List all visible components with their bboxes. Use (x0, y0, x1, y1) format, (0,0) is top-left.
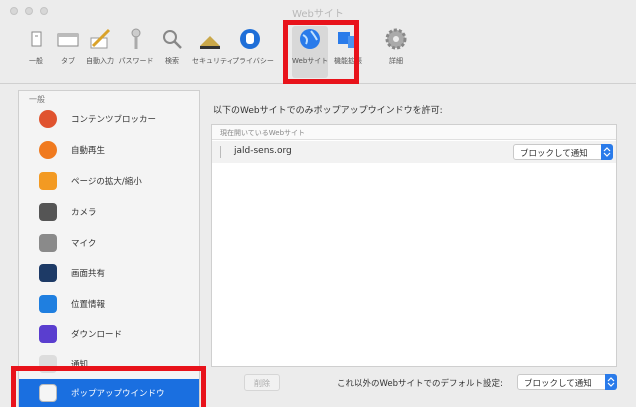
microphone-icon (39, 234, 57, 252)
default-setting-value: ブロックして通知 (524, 379, 592, 389)
tab-passwords-label: パスワード (118, 57, 154, 65)
sidebar-item-label: マイク (71, 239, 97, 249)
sidebar: 一般 コンテンツブロッカー 自動再生 ページの拡大/縮小 カメラ マイク 画面共… (18, 90, 200, 407)
sidebar-item-label: ページの拡大/縮小 (71, 177, 142, 187)
tab-tabs[interactable]: タブ (50, 26, 86, 78)
chevron-updown-icon (605, 374, 617, 390)
default-setting-label: これ以外のWebサイトでのデフォルト設定: (337, 379, 503, 389)
sidebar-item-autoplay[interactable]: 自動再生 (19, 136, 199, 164)
sidebar-header: 一般 (29, 95, 45, 104)
sidebar-item-label: カメラ (71, 208, 97, 218)
privacy-hand-icon (237, 26, 263, 52)
remove-button[interactable]: 削除 (244, 374, 280, 391)
security-icon (197, 26, 223, 52)
title-bar: Webサイト (0, 0, 636, 22)
tab-autofill[interactable]: 自動入力 (82, 26, 118, 78)
tabs-icon (55, 26, 81, 52)
content-blocker-icon (39, 110, 57, 128)
general-icon (23, 26, 49, 52)
location-icon (39, 295, 57, 313)
tab-security[interactable]: セキュリティ (192, 26, 234, 78)
globe-icon (297, 26, 323, 52)
tab-extensions-label: 機能拡張 (334, 57, 362, 65)
tab-websites[interactable]: Webサイト (292, 26, 328, 78)
key-icon (123, 26, 149, 52)
sidebar-item-label: 画面共有 (71, 269, 106, 279)
sidebar-item-label: 通知 (71, 360, 89, 370)
sidebar-item-page-zoom[interactable]: ページの拡大/縮小 (19, 167, 199, 195)
tab-search[interactable]: 検索 (154, 26, 190, 78)
sidebar-item-label: ポップアップウインドウ (71, 389, 165, 399)
default-setting-popup[interactable]: ブロックして通知 (517, 374, 617, 390)
sidebar-item-label: コンテンツブロッカー (71, 115, 157, 125)
tab-security-label: セキュリティ (192, 57, 234, 65)
tab-advanced-label: 詳細 (389, 57, 403, 65)
window-title: Webサイト (292, 9, 344, 20)
safari-preferences-window: Webサイト 一般 タブ 自動入力 パスワード 検索 セキュリティ プライバシー… (0, 0, 636, 407)
extensions-icon (335, 26, 361, 52)
site-setting-popup[interactable]: ブロックして通知 (513, 144, 613, 160)
sidebar-item-camera[interactable]: カメラ (19, 198, 199, 226)
search-icon (159, 26, 185, 52)
autofill-icon (87, 26, 113, 52)
sidebar-item-label: 位置情報 (71, 300, 106, 310)
sidebar-item-screen-sharing[interactable]: 画面共有 (19, 259, 199, 287)
gear-icon (383, 26, 409, 52)
sidebar-item-downloads[interactable]: ダウンロード (19, 320, 199, 348)
site-favicon (220, 146, 230, 158)
tab-websites-label: Webサイト (292, 57, 329, 65)
sidebar-item-popup-windows[interactable]: ポップアップウインドウ (19, 379, 199, 407)
sidebar-item-location[interactable]: 位置情報 (19, 290, 199, 318)
site-name: jald-sens.org (234, 146, 292, 156)
autoplay-icon (39, 141, 57, 159)
zoom-icon (39, 172, 57, 190)
tab-advanced[interactable]: 詳細 (378, 26, 414, 78)
website-table: 現在開いているWebサイト jald-sens.org ブロックして通知 (211, 124, 617, 367)
popup-settings-heading: 以下のWebサイトでのみポップアップウインドウを許可: (213, 106, 443, 116)
screen-sharing-icon (39, 264, 57, 282)
preferences-toolbar: 一般 タブ 自動入力 パスワード 検索 セキュリティ プライバシー Webサイト… (0, 22, 636, 84)
tab-autofill-label: 自動入力 (86, 57, 114, 65)
table-header: 現在開いているWebサイト (212, 125, 616, 140)
download-icon (39, 325, 57, 343)
popup-window-icon (39, 384, 57, 402)
camera-icon (39, 203, 57, 221)
sidebar-item-microphone[interactable]: マイク (19, 229, 199, 257)
tab-privacy[interactable]: プライバシー (232, 26, 274, 78)
tab-passwords[interactable]: パスワード (118, 26, 154, 78)
tab-extensions[interactable]: 機能拡張 (330, 26, 366, 78)
tab-tabs-label: タブ (61, 57, 75, 65)
remove-button-label: 削除 (254, 379, 270, 388)
table-header-label: 現在開いているWebサイト (220, 129, 306, 137)
tab-search-label: 検索 (165, 57, 179, 65)
sidebar-item-notifications[interactable]: 通知 (19, 350, 199, 378)
tab-general-label: 一般 (29, 57, 43, 65)
tab-general[interactable]: 一般 (18, 26, 54, 78)
table-row[interactable]: jald-sens.org ブロックして通知 (212, 141, 616, 163)
chevron-updown-icon (601, 144, 613, 160)
site-setting-value: ブロックして通知 (520, 149, 588, 159)
content-area: 一般 コンテンツブロッカー 自動再生 ページの拡大/縮小 カメラ マイク 画面共… (0, 85, 636, 407)
tab-privacy-label: プライバシー (232, 57, 274, 65)
sidebar-item-label: ダウンロード (71, 330, 123, 340)
sidebar-item-content-blockers[interactable]: コンテンツブロッカー (19, 105, 199, 133)
notifications-icon (39, 355, 57, 373)
sidebar-item-label: 自動再生 (71, 146, 106, 156)
